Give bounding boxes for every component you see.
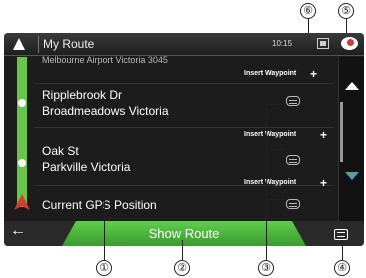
start-position-icon [14, 194, 30, 210]
start-location[interactable]: Current GPS Position [42, 197, 157, 213]
waypoint-1-street[interactable]: Ripplebrook Dr [42, 87, 122, 103]
divider [34, 83, 334, 84]
callout-6: ⑥ [300, 3, 316, 19]
scrollbar[interactable] [338, 57, 364, 221]
message-badge [347, 39, 354, 46]
callout-1: ① [96, 260, 112, 276]
message-icon[interactable] [341, 37, 358, 50]
waypoint-2-street[interactable]: Oak St [42, 143, 79, 159]
scroll-down-icon[interactable] [345, 172, 359, 180]
callout-3-leader [266, 199, 284, 200]
clock: 10:15 [272, 39, 293, 48]
flag-icon[interactable] [317, 38, 329, 49]
drag-handle-icon[interactable] [286, 199, 300, 209]
insert-waypoint-plus-button[interactable]: + [310, 68, 317, 80]
callout-2: ② [174, 260, 190, 276]
waypoint-node [18, 99, 26, 107]
callout-2-leader [182, 240, 183, 260]
back-arrow-icon[interactable]: ← [10, 222, 26, 240]
insert-waypoint-plus-button[interactable]: + [320, 129, 327, 141]
navigation-arrow-icon[interactable] [13, 38, 25, 50]
callout-5: ⑤ [338, 3, 354, 19]
callout-3-leader [266, 149, 284, 150]
show-route-button[interactable]: Show Route [62, 221, 306, 246]
callout-4-leader [342, 240, 343, 260]
insert-waypoint-label: Insert Waypoint [244, 179, 297, 186]
page-title: My Route [43, 37, 95, 51]
scroll-thumb[interactable] [340, 102, 343, 162]
scroll-up-icon[interactable] [345, 82, 359, 90]
drag-handle-icon[interactable] [286, 155, 300, 165]
separator [38, 36, 39, 53]
drag-handle-icon[interactable] [286, 96, 300, 106]
nav-screen: My Route 10:15 Melbourne Airport Victori… [4, 33, 364, 246]
menu-icon[interactable] [334, 229, 348, 240]
callout-4: ④ [334, 260, 350, 276]
waypoint-1-city[interactable]: Broadmeadows Victoria [42, 103, 169, 119]
callout-1-leader [104, 198, 105, 260]
partial-destination: Melbourne Airport Victoria 3045 [42, 55, 168, 65]
insert-waypoint-label: Insert Waypoint [244, 70, 297, 77]
callout-3: ③ [258, 260, 274, 276]
route-line [17, 57, 27, 207]
route-list: Melbourne Airport Victoria 3045 Insert W… [4, 55, 334, 221]
waypoint-node [18, 159, 26, 167]
callout-3-leader [266, 104, 267, 260]
callout-3-leader [266, 104, 284, 105]
insert-waypoint-label: Insert Waypoint [244, 131, 297, 138]
bottom-bar: ← Show Route [4, 221, 364, 246]
insert-waypoint-plus-button[interactable]: + [320, 177, 327, 189]
waypoint-2-city[interactable]: Parkville Victoria [42, 159, 130, 175]
divider [34, 127, 334, 128]
